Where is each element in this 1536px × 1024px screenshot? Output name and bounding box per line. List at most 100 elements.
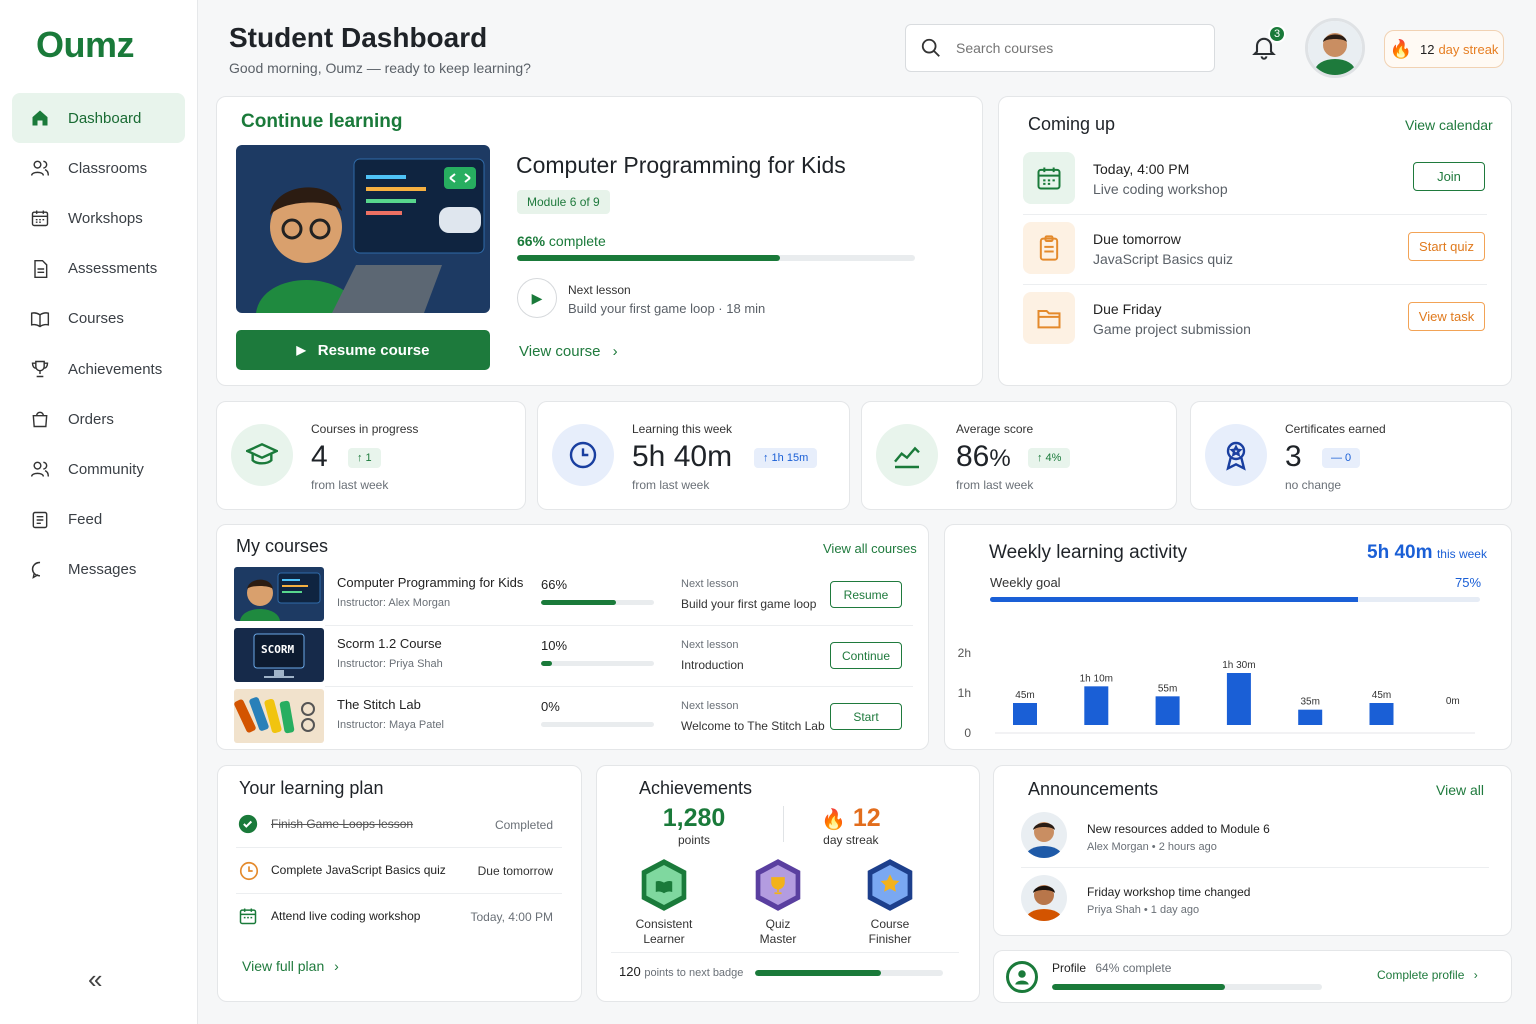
chart-bar bbox=[1369, 703, 1394, 725]
streak-pill[interactable]: 🔥 12 day streak bbox=[1384, 30, 1504, 68]
sidebar-item-community[interactable]: Community bbox=[12, 444, 185, 494]
table-row[interactable]: Computer Programming for Kids Instructor:… bbox=[234, 567, 914, 623]
course-thumbnail[interactable] bbox=[236, 145, 490, 313]
weekly-goal-pct: 75% bbox=[1455, 575, 1482, 590]
sidebar-item-label: Community bbox=[68, 460, 144, 478]
badge-label-line2: Learner bbox=[643, 932, 685, 946]
data-label: 35m bbox=[1300, 697, 1319, 708]
play-next-lesson-button[interactable]: ▶ bbox=[517, 278, 557, 318]
next-lesson-title: Build your first game loop bbox=[568, 301, 715, 316]
next-lesson-duration: 18 min bbox=[726, 301, 766, 316]
plan-item-text[interactable]: Complete JavaScript Basics quiz bbox=[271, 863, 446, 877]
data-label: 1h 10m bbox=[1080, 673, 1113, 684]
avatar[interactable] bbox=[1021, 875, 1067, 921]
complete-profile-link[interactable]: Complete profile › bbox=[1377, 968, 1478, 982]
chat-icon bbox=[30, 560, 68, 580]
thumbnail-caption: SCORM bbox=[261, 643, 295, 656]
course-title[interactable]: Scorm 1.2 Course bbox=[337, 636, 442, 651]
next-lesson-title: Introduction bbox=[681, 658, 744, 672]
users-icon bbox=[30, 459, 68, 479]
my-courses-card: My courses View all courses Computer Pro… bbox=[216, 524, 929, 750]
sidebar-item-feed[interactable]: Feed bbox=[12, 495, 185, 545]
badge-label-line1: Course bbox=[870, 917, 910, 931]
stat-footnote: no change bbox=[1285, 478, 1342, 492]
view-task-button[interactable]: View task bbox=[1408, 302, 1485, 331]
course-progress-bar bbox=[541, 600, 654, 605]
badge-label-line2: Master bbox=[759, 932, 797, 946]
stat-label: Learning this week bbox=[632, 422, 733, 436]
section-heading: Continue learning bbox=[241, 111, 403, 132]
sidebar-item-assessments[interactable]: Assessments bbox=[12, 244, 185, 294]
stat-delta-badge: ↑ 4% bbox=[1028, 448, 1071, 468]
sidebar-item-dashboard[interactable]: Dashboard bbox=[12, 93, 185, 143]
x-tick-label: Wed bbox=[1155, 744, 1179, 745]
plan-item-text[interactable]: Finish Game Loops lesson bbox=[271, 817, 413, 831]
view-calendar-link[interactable]: View calendar bbox=[1405, 117, 1493, 133]
data-label: 1h 30m bbox=[1222, 660, 1255, 671]
stat-card: Courses in progress 4 ↑ 1 from last week bbox=[216, 401, 526, 510]
plan-item-text[interactable]: Attend live coding workshop bbox=[271, 909, 420, 923]
course-title[interactable]: Computer Programming for Kids bbox=[337, 575, 523, 590]
search-input[interactable] bbox=[956, 40, 1186, 56]
resume-course-button[interactable]: ▶ Resume course bbox=[236, 330, 490, 370]
sidebar-item-classrooms[interactable]: Classrooms bbox=[12, 143, 185, 193]
continue-button[interactable]: Continue bbox=[830, 642, 902, 669]
event-time: Today, 4:00 PM bbox=[1093, 161, 1190, 177]
view-all-courses-link[interactable]: View all courses bbox=[823, 541, 917, 556]
table-row[interactable]: SCORM Scorm 1.2 Course Instructor: Priya S… bbox=[234, 628, 914, 684]
announcement-title[interactable]: New resources added to Module 6 bbox=[1087, 822, 1270, 836]
next-badge-progress bbox=[755, 970, 943, 976]
x-tick-label: Sun bbox=[1442, 744, 1463, 745]
sidebar-item-messages[interactable]: Messages bbox=[12, 545, 185, 595]
stat-unit: % bbox=[989, 445, 1011, 472]
next-lesson-label: Next lesson bbox=[568, 283, 631, 297]
achievement-badge[interactable]: Consistent Learner bbox=[619, 858, 709, 947]
divider bbox=[236, 847, 562, 848]
divider bbox=[325, 625, 913, 626]
join-button[interactable]: Join bbox=[1413, 162, 1485, 191]
course-thumbnail[interactable] bbox=[234, 689, 324, 743]
view-full-plan-link[interactable]: View full plan › bbox=[242, 958, 339, 974]
x-tick-label: Sat bbox=[1372, 744, 1391, 745]
plan-item-status: Due tomorrow bbox=[477, 864, 553, 878]
view-course-link[interactable]: View course › bbox=[519, 343, 618, 360]
notification-count-badge: 3 bbox=[1268, 25, 1286, 43]
course-progress-pct: 66% bbox=[541, 577, 568, 592]
achievement-badge[interactable]: Course Finisher bbox=[845, 858, 935, 947]
event-title: Game project submission bbox=[1093, 321, 1251, 337]
sidebar-item-courses[interactable]: Courses bbox=[12, 294, 185, 344]
resume-course-label: Resume course bbox=[317, 341, 430, 359]
course-thumbnail[interactable] bbox=[234, 567, 324, 621]
start-button[interactable]: Start bbox=[830, 703, 902, 730]
clipboard-icon bbox=[1023, 222, 1075, 274]
event-title: Live coding workshop bbox=[1093, 181, 1228, 197]
course-title[interactable]: The Stitch Lab bbox=[337, 697, 421, 712]
next-lesson-title: Welcome to The Stitch Lab bbox=[681, 719, 825, 733]
table-row[interactable]: The Stitch Lab Instructor: Maya Patel 0% Ne… bbox=[234, 689, 914, 745]
x-tick-label: Mon bbox=[1013, 744, 1036, 745]
view-all-announcements-link[interactable]: View all bbox=[1436, 782, 1484, 798]
notifications-button[interactable]: 3 bbox=[1250, 25, 1286, 67]
start-quiz-button[interactable]: Start quiz bbox=[1408, 232, 1485, 261]
achievement-badge[interactable]: Quiz Master bbox=[733, 858, 823, 947]
weekly-total: 5h 40m this week bbox=[1367, 542, 1487, 564]
sidebar-item-achievements[interactable]: Achievements bbox=[12, 344, 185, 394]
sidebar-item-label: Workshops bbox=[68, 209, 143, 227]
announcement-meta: Priya Shah • 1 day ago bbox=[1087, 904, 1200, 916]
search-box[interactable] bbox=[905, 24, 1215, 72]
achievements-card: Achievements 1,280 points 🔥 12 day strea… bbox=[596, 765, 980, 1002]
app-logo[interactable]: Oumz bbox=[36, 24, 135, 66]
collapse-sidebar-icon[interactable]: « bbox=[88, 964, 102, 995]
user-avatar[interactable] bbox=[1305, 18, 1365, 78]
chevron-right-icon: › bbox=[612, 343, 618, 360]
announcement-title[interactable]: Friday workshop time changed bbox=[1087, 885, 1250, 899]
event-title: JavaScript Basics quiz bbox=[1093, 251, 1234, 267]
resume-button[interactable]: Resume bbox=[830, 581, 902, 608]
y-tick-label: 1h bbox=[958, 686, 971, 700]
sidebar-item-workshops[interactable]: Workshops bbox=[12, 193, 185, 243]
badge-label-line2: Finisher bbox=[868, 932, 912, 946]
avatar[interactable] bbox=[1021, 812, 1067, 858]
stat-value: 3 bbox=[1285, 440, 1302, 473]
course-thumbnail[interactable]: SCORM bbox=[234, 628, 324, 682]
sidebar-item-orders[interactable]: Orders bbox=[12, 394, 185, 444]
